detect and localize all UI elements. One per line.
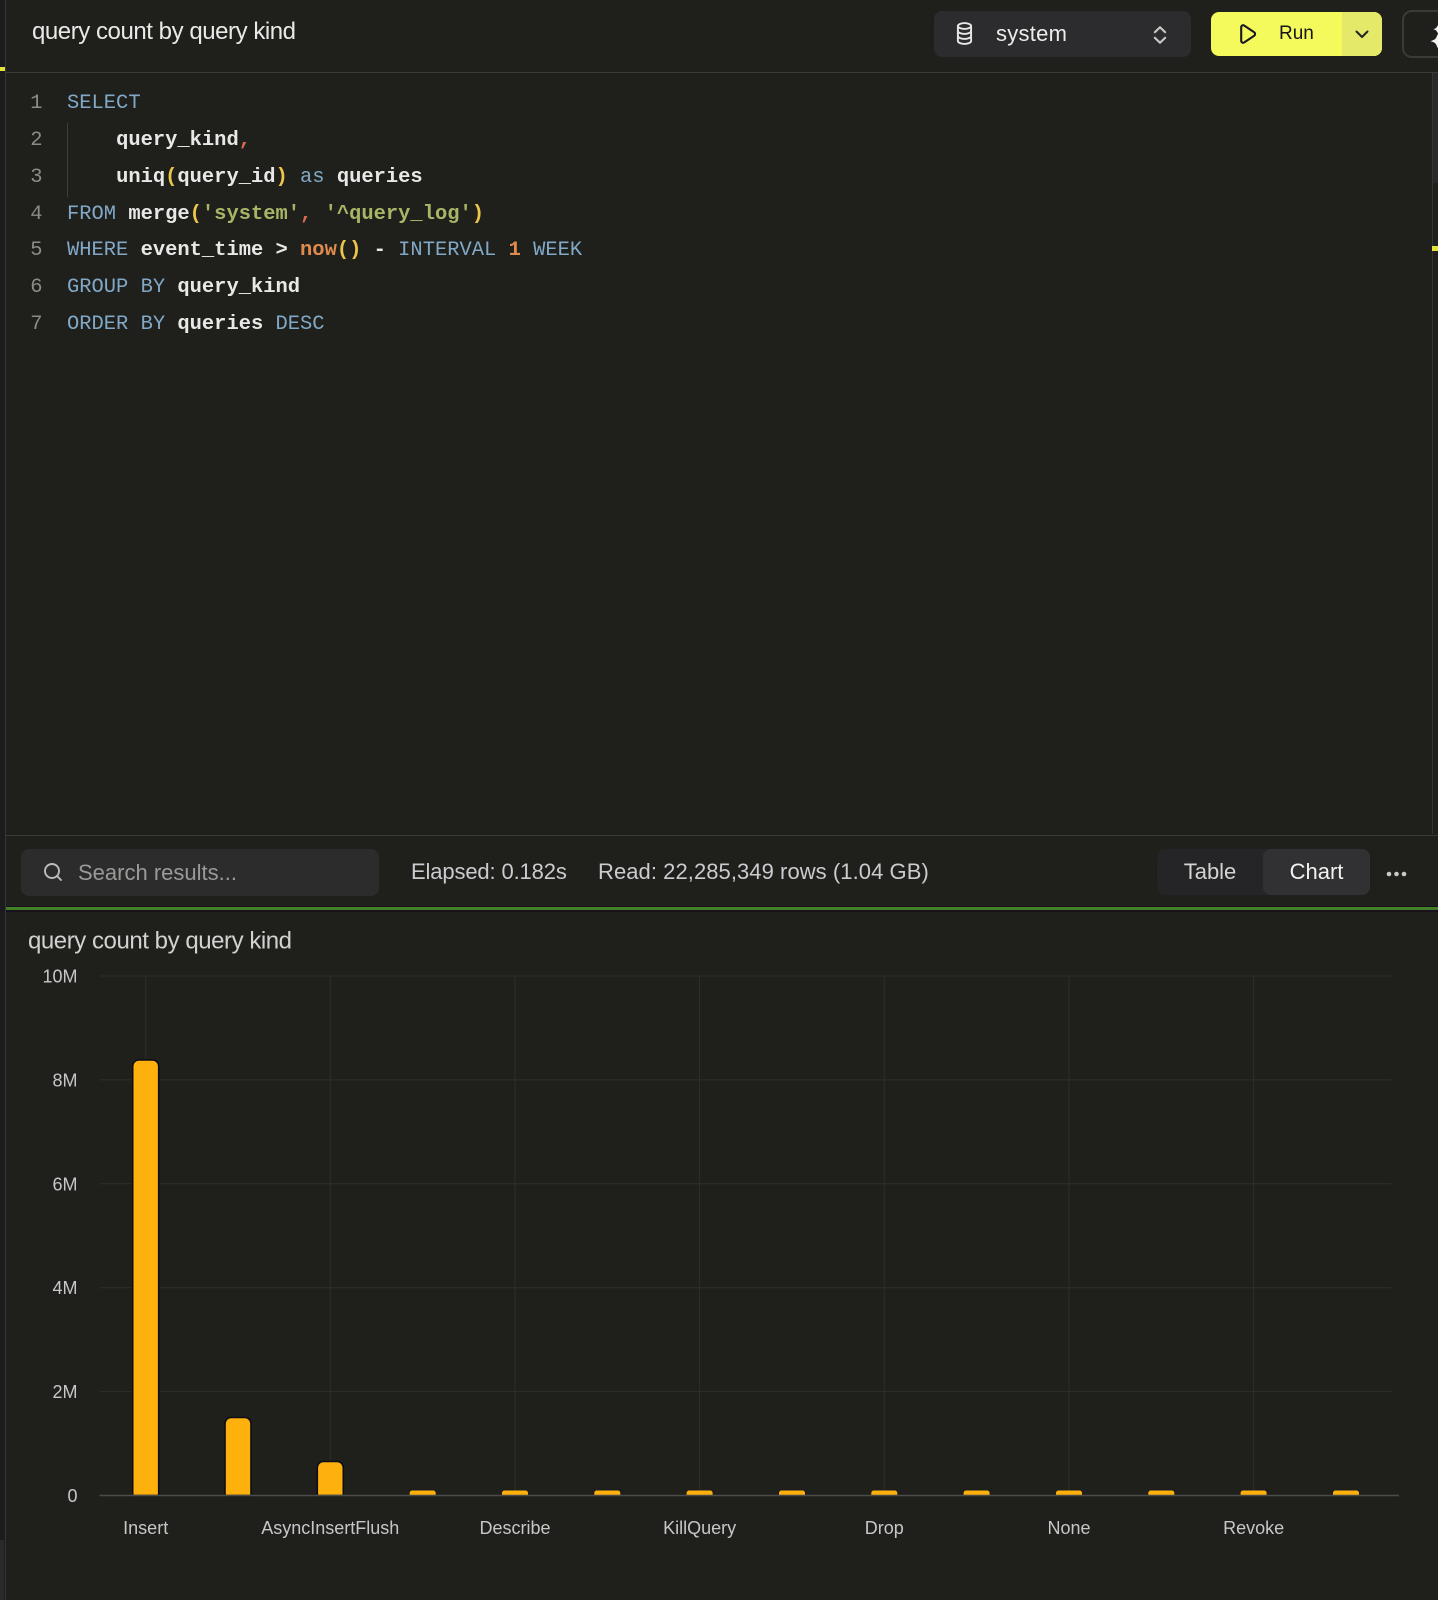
svg-text:10M: 10M bbox=[42, 967, 77, 987]
svg-text:Revoke: Revoke bbox=[1223, 1518, 1284, 1538]
svg-text:Insert: Insert bbox=[123, 1518, 168, 1538]
svg-text:Describe: Describe bbox=[479, 1518, 550, 1538]
svg-text:6M: 6M bbox=[52, 1174, 77, 1194]
svg-text:query count by query kind: query count by query kind bbox=[28, 928, 292, 955]
svg-text:8M: 8M bbox=[52, 1070, 77, 1090]
svg-text:4M: 4M bbox=[52, 1278, 77, 1298]
svg-text:0: 0 bbox=[67, 1486, 77, 1506]
svg-text:AsyncInsertFlush: AsyncInsertFlush bbox=[261, 1518, 399, 1538]
svg-text:Drop: Drop bbox=[865, 1518, 904, 1538]
svg-text:None: None bbox=[1047, 1518, 1090, 1538]
svg-text:KillQuery: KillQuery bbox=[663, 1518, 736, 1538]
svg-text:2M: 2M bbox=[52, 1382, 77, 1402]
